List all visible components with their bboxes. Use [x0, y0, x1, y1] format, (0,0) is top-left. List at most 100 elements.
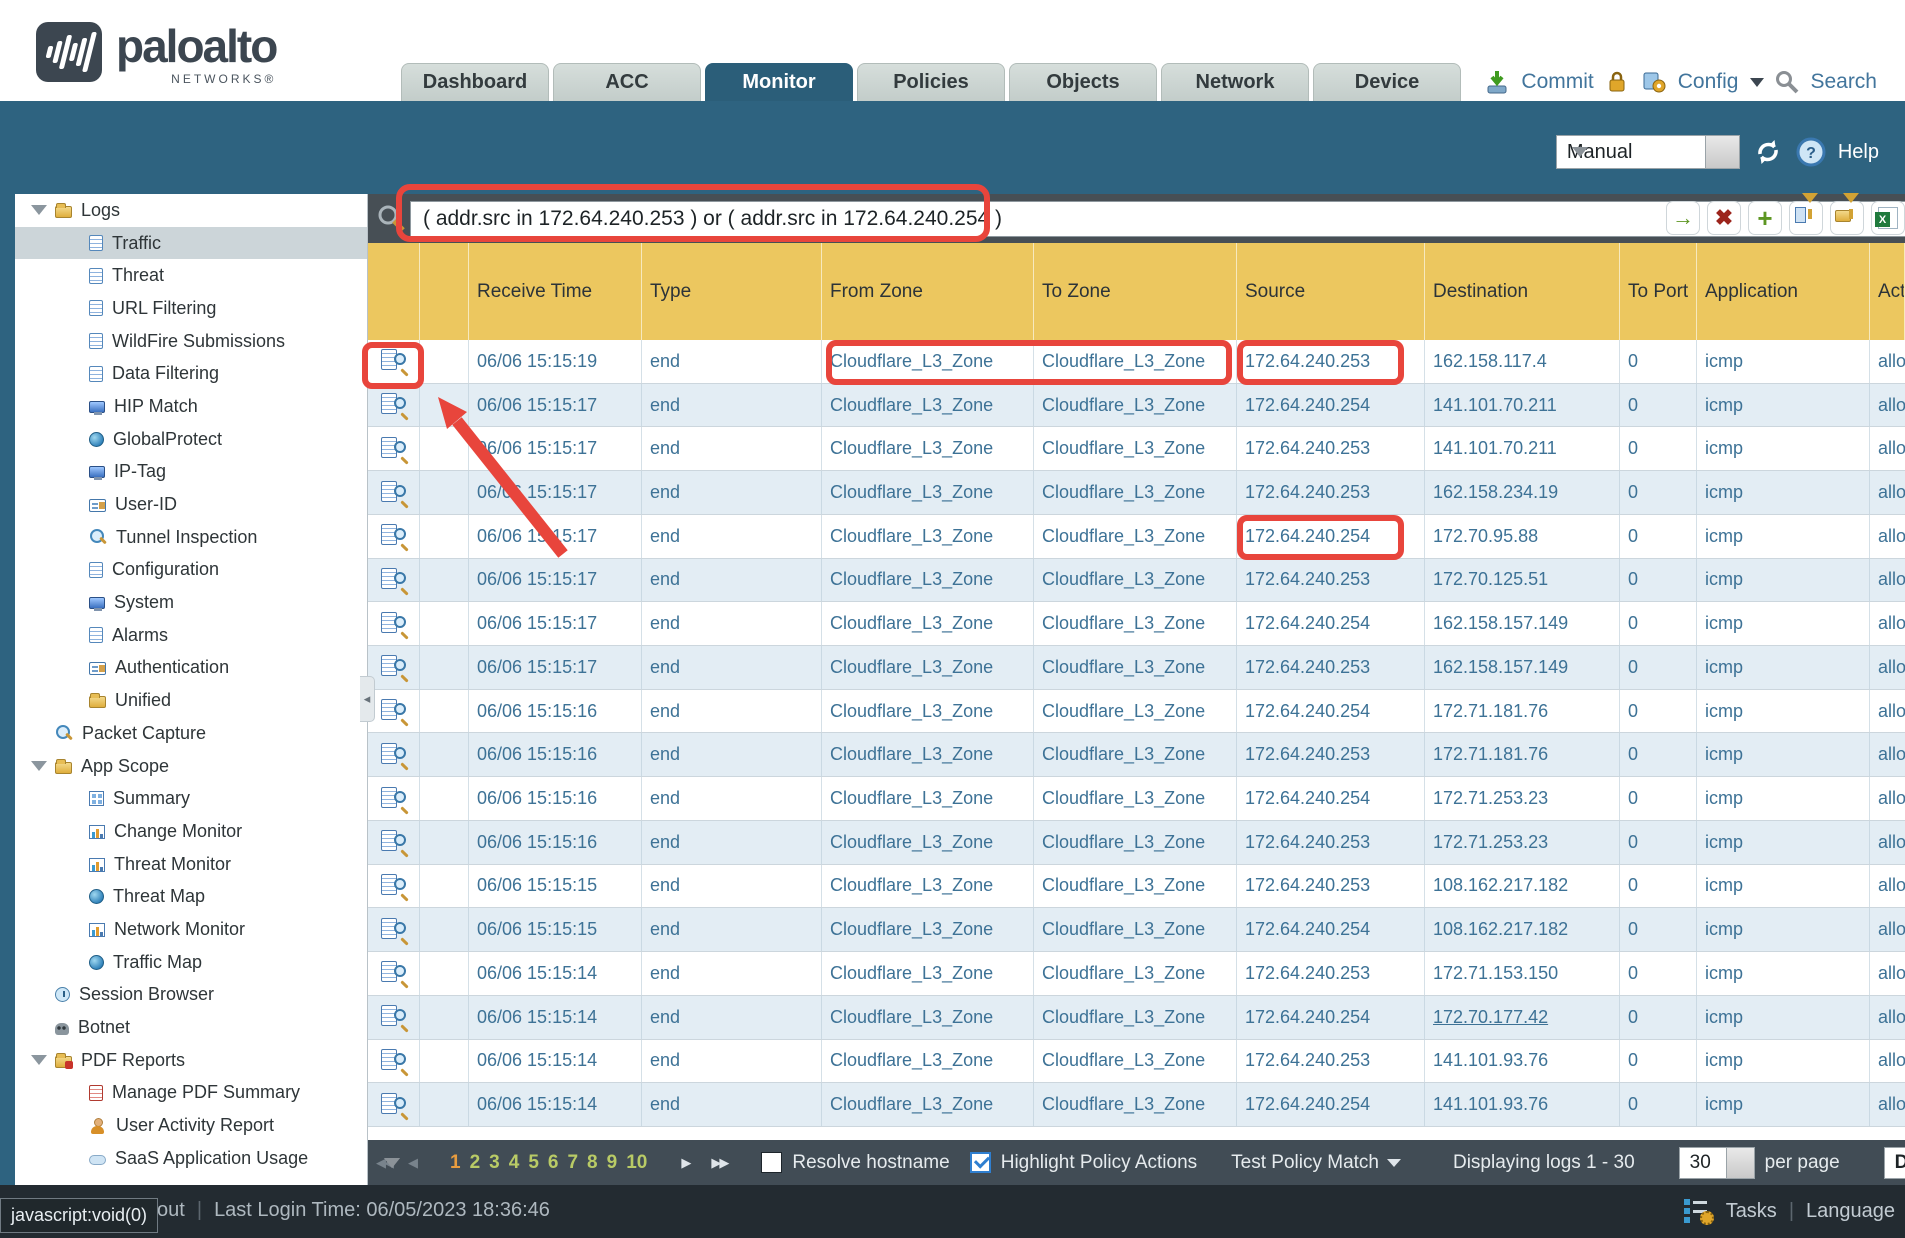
table-cell-destination[interactable]: 162.158.117.4 — [1425, 340, 1620, 383]
table-row[interactable]: 06/06 15:15:17endCloudflare_L3_ZoneCloud… — [368, 471, 1905, 515]
log-detail-magnifier-icon[interactable] — [379, 1004, 409, 1030]
table-row[interactable]: 06/06 15:15:16endCloudflare_L3_ZoneCloud… — [368, 690, 1905, 734]
table-cell-source[interactable]: 172.64.240.253 — [1237, 952, 1425, 995]
page-number-1[interactable]: 1 — [450, 1152, 461, 1174]
table-cell-source[interactable]: 172.64.240.253 — [1237, 733, 1425, 776]
column-header-type[interactable]: Type — [642, 243, 822, 340]
table-cell-destination[interactable]: 141.101.93.76 — [1425, 1040, 1620, 1083]
table-cell-source[interactable]: 172.64.240.254 — [1237, 996, 1425, 1039]
tree-expander-icon[interactable] — [31, 205, 47, 215]
log-detail-magnifier-icon[interactable] — [379, 960, 409, 986]
tab-dashboard[interactable]: Dashboard — [401, 63, 549, 101]
sidebar-item-hip-match[interactable]: HIP Match — [15, 390, 367, 423]
language-button[interactable]: Language — [1806, 1200, 1895, 1223]
help-label[interactable]: Help — [1838, 141, 1879, 164]
sidebar-collapse-handle[interactable]: ◂ — [360, 676, 375, 722]
sidebar-item-botnet[interactable]: Botnet — [15, 1011, 367, 1044]
last-page-icon[interactable]: ▶▶ — [711, 1155, 727, 1171]
page-number-8[interactable]: 8 — [587, 1152, 598, 1174]
column-header-destination[interactable]: Destination — [1425, 243, 1620, 340]
column-header-to-port[interactable]: To Port — [1620, 243, 1697, 340]
table-cell-destination[interactable]: 141.101.70.211 — [1425, 384, 1620, 427]
table-cell-destination[interactable]: 172.70.95.88 — [1425, 515, 1620, 558]
table-cell-source[interactable]: 172.64.240.254 — [1237, 908, 1425, 951]
apply-filter-button[interactable]: → — [1666, 201, 1700, 235]
table-cell-source[interactable]: 172.64.240.254 — [1237, 1083, 1425, 1126]
tree-expander-icon[interactable] — [31, 1055, 47, 1065]
page-number-9[interactable]: 9 — [607, 1152, 618, 1174]
log-detail-magnifier-icon[interactable] — [379, 829, 409, 855]
tree-expander-icon[interactable] — [31, 761, 47, 771]
table-cell-destination[interactable]: 172.70.177.42 — [1425, 996, 1620, 1039]
sidebar-item-app-scope[interactable]: App Scope — [15, 750, 367, 783]
page-number-10[interactable]: 10 — [626, 1152, 647, 1174]
table-row[interactable]: 06/06 15:15:17endCloudflare_L3_ZoneCloud… — [368, 427, 1905, 471]
test-policy-match-caret-icon[interactable] — [1387, 1159, 1401, 1167]
resolve-hostname-checkbox[interactable] — [761, 1152, 782, 1173]
refresh-interval-dropdown-button[interactable] — [1706, 135, 1740, 169]
tab-network[interactable]: Network — [1161, 63, 1309, 101]
table-row[interactable]: 06/06 15:15:16endCloudflare_L3_ZoneCloud… — [368, 821, 1905, 865]
sidebar-item-network-monitor[interactable]: Network Monitor — [15, 913, 367, 946]
sidebar-item-traffic[interactable]: Traffic — [15, 227, 367, 260]
log-detail-magnifier-icon[interactable] — [379, 392, 409, 418]
log-detail-magnifier-icon[interactable] — [379, 654, 409, 680]
column-header-source[interactable]: Source — [1237, 243, 1425, 340]
table-cell-source[interactable]: 172.64.240.254 — [1237, 777, 1425, 820]
table-row[interactable]: 06/06 15:15:14endCloudflare_L3_ZoneCloud… — [368, 1083, 1905, 1127]
sidebar-item-threat-map[interactable]: Threat Map — [15, 880, 367, 913]
highlight-policy-actions-checkbox[interactable] — [970, 1152, 991, 1173]
table-cell-destination[interactable]: 172.71.153.150 — [1425, 952, 1620, 995]
sidebar-item-ip-tag[interactable]: IP-Tag — [15, 456, 367, 489]
sidebar-item-authentication[interactable]: Authentication — [15, 652, 367, 685]
log-detail-magnifier-icon[interactable] — [379, 786, 409, 812]
table-cell-destination[interactable]: 172.70.125.51 — [1425, 559, 1620, 602]
table-row[interactable]: 06/06 15:15:16endCloudflare_L3_ZoneCloud… — [368, 733, 1905, 777]
sidebar-item-user-activity-report[interactable]: User Activity Report — [15, 1109, 367, 1142]
sidebar-item-session-browser[interactable]: Session Browser — [15, 979, 367, 1012]
table-cell-destination[interactable]: 172.71.253.23 — [1425, 777, 1620, 820]
column-header-action[interactable]: Action — [1870, 243, 1905, 340]
table-row[interactable]: 06/06 15:15:17endCloudflare_L3_ZoneCloud… — [368, 559, 1905, 603]
table-row[interactable]: 06/06 15:15:14endCloudflare_L3_ZoneCloud… — [368, 952, 1905, 996]
table-row[interactable]: 06/06 15:15:17endCloudflare_L3_ZoneCloud… — [368, 384, 1905, 428]
test-policy-match-button[interactable]: Test Policy Match — [1231, 1152, 1379, 1174]
table-row[interactable]: 06/06 15:15:19endCloudflare_L3_ZoneCloud… — [368, 340, 1905, 384]
table-cell-source[interactable]: 172.64.240.253 — [1237, 646, 1425, 689]
sort-order-select[interactable]: DESC — [1884, 1147, 1905, 1179]
table-row[interactable]: 06/06 15:15:16endCloudflare_L3_ZoneCloud… — [368, 777, 1905, 821]
sidebar-item-pdf-reports[interactable]: PDF Reports — [15, 1044, 367, 1077]
table-row[interactable]: 06/06 15:15:14endCloudflare_L3_ZoneCloud… — [368, 996, 1905, 1040]
clear-filter-button[interactable]: ✖ — [1707, 201, 1741, 235]
table-cell-destination[interactable]: 172.71.181.76 — [1425, 733, 1620, 776]
table-cell-destination[interactable]: 162.158.157.149 — [1425, 646, 1620, 689]
load-filter-button[interactable] — [1830, 201, 1864, 235]
log-detail-magnifier-icon[interactable] — [379, 873, 409, 899]
sidebar-item-change-monitor[interactable]: Change Monitor — [15, 815, 367, 848]
table-cell-source[interactable]: 172.64.240.254 — [1237, 515, 1425, 558]
table-cell-destination[interactable]: 141.101.70.211 — [1425, 427, 1620, 470]
log-detail-magnifier-icon[interactable] — [379, 611, 409, 637]
per-page-select[interactable]: 30 — [1679, 1147, 1727, 1179]
table-cell-destination[interactable]: 141.101.93.76 — [1425, 1083, 1620, 1126]
column-header-from-zone[interactable]: From Zone — [822, 243, 1034, 340]
table-cell-destination[interactable]: 162.158.234.19 — [1425, 471, 1620, 514]
column-header-application[interactable]: Application — [1697, 243, 1870, 340]
table-cell-destination[interactable]: 172.71.181.76 — [1425, 690, 1620, 733]
column-header-to-zone[interactable]: To Zone — [1034, 243, 1237, 340]
table-cell-source[interactable]: 172.64.240.253 — [1237, 427, 1425, 470]
table-cell-source[interactable]: 172.64.240.254 — [1237, 690, 1425, 733]
prev-page-icon[interactable]: ◀ — [408, 1155, 416, 1171]
commit-button[interactable]: Commit — [1521, 70, 1593, 94]
log-detail-magnifier-icon[interactable] — [379, 348, 409, 374]
table-cell-source[interactable]: 172.64.240.253 — [1237, 821, 1425, 864]
search-button[interactable]: Search — [1810, 70, 1877, 94]
table-row[interactable]: 06/06 15:15:17endCloudflare_L3_ZoneCloud… — [368, 646, 1905, 690]
config-caret-icon[interactable] — [1750, 78, 1764, 87]
sidebar-item-traffic-map[interactable]: Traffic Map — [15, 946, 367, 979]
table-row[interactable]: 06/06 15:15:17endCloudflare_L3_ZoneCloud… — [368, 602, 1905, 646]
sidebar-item-wildfire-submissions[interactable]: WildFire Submissions — [15, 325, 367, 358]
tab-objects[interactable]: Objects — [1009, 63, 1157, 101]
sidebar-item-user-id[interactable]: User-ID — [15, 488, 367, 521]
sidebar-item-globalprotect[interactable]: GlobalProtect — [15, 423, 367, 456]
